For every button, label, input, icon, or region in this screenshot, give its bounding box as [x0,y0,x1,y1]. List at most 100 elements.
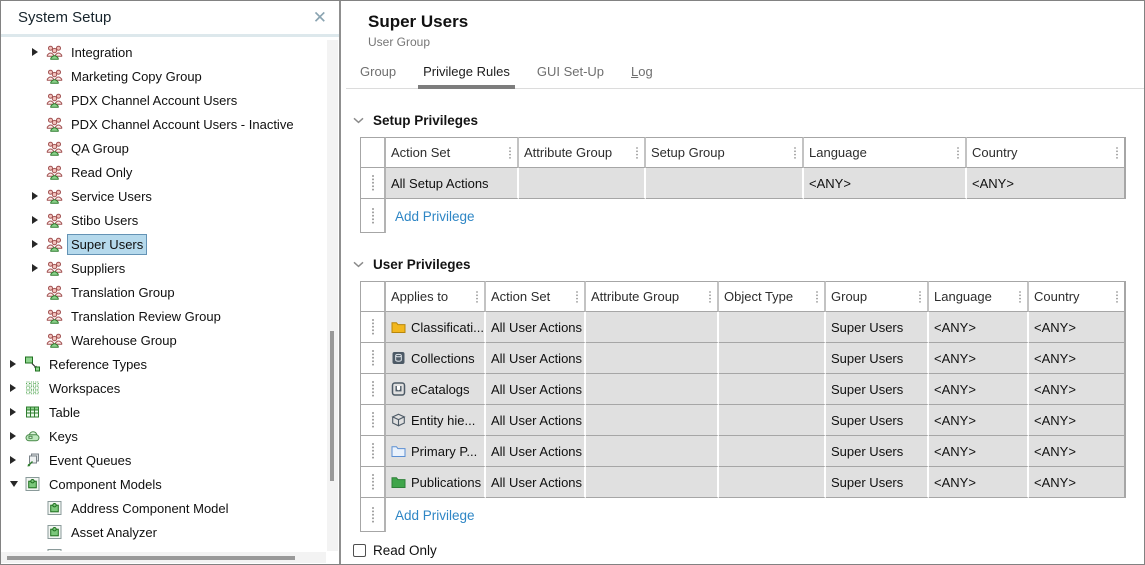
column-menu-icon[interactable] [1111,146,1119,160]
cell-action-set[interactable]: All User Actions [486,405,586,436]
cell-attribute-group[interactable] [586,405,719,436]
tab-log[interactable]: Log [631,64,653,88]
tree-item-label[interactable]: Event Queues [46,451,134,470]
chevron-collapsed-icon[interactable] [32,240,46,248]
cell-country[interactable]: <ANY> [1029,343,1126,374]
tree-item-label[interactable]: Asset Download [68,547,168,552]
cell-object-type[interactable] [719,312,826,343]
cell-action-set[interactable]: All User Actions [486,467,586,498]
chevron-collapsed-icon[interactable] [10,432,24,440]
column-menu-icon[interactable] [704,290,712,304]
cell-object-type[interactable] [719,343,826,374]
cell-applies-to[interactable]: eCatalogs [386,374,486,405]
column-header-country[interactable]: Country [1029,281,1126,312]
cell-attribute-group[interactable] [586,436,719,467]
tree-item-label[interactable]: Translation Group [68,283,178,302]
tree-item-label[interactable]: Reference Types [46,355,150,374]
cell-attribute-group[interactable] [519,168,646,199]
tree-item[interactable]: Suppliers [1,256,326,280]
column-header-object-type[interactable]: Object Type [719,281,826,312]
cell-object-type[interactable] [719,467,826,498]
column-menu-icon[interactable] [571,290,579,304]
cell-applies-to[interactable]: Publications [386,467,486,498]
tree-item[interactable]: Integration [1,40,326,64]
tree-item[interactable]: PDX Channel Account Users - Inactive [1,112,326,136]
tree-item[interactable]: Warehouse Group [1,328,326,352]
cell-applies-to[interactable]: Primary P... [386,436,486,467]
chevron-collapsed-icon[interactable] [10,384,24,392]
tree-item-label[interactable]: Integration [68,43,135,62]
chevron-collapsed-icon[interactable] [10,360,24,368]
vertical-scrollbar[interactable] [327,40,338,551]
cell-attribute-group[interactable] [586,312,719,343]
cell-action-set[interactable]: All User Actions [486,436,586,467]
close-icon[interactable]: ✕ [313,9,327,26]
chevron-collapsed-icon[interactable] [32,216,46,224]
tree-item[interactable]: Super Users [1,232,326,256]
column-header-applies-to[interactable]: Applies to [386,281,486,312]
cell-country[interactable]: <ANY> [1029,374,1126,405]
cell-country[interactable]: <ANY> [1029,436,1126,467]
read-only-checkbox[interactable] [353,544,366,557]
chevron-collapsed-icon[interactable] [10,456,24,464]
cell-language[interactable]: <ANY> [929,467,1029,498]
cell-action-set[interactable]: All User Actions [486,343,586,374]
column-menu-icon[interactable] [789,146,797,160]
row-drag-handle[interactable] [360,312,386,343]
tree-item[interactable]: Workspaces [1,376,326,400]
add-privilege-link[interactable]: Add Privilege [395,209,475,224]
cell-group[interactable]: Super Users [826,343,929,374]
tree-item-label[interactable]: QA Group [68,139,132,158]
tree-item[interactable]: Component Models [1,472,326,496]
tree-item-label[interactable]: Stibo Users [68,211,141,230]
cell-object-type[interactable] [719,405,826,436]
row-drag-handle[interactable] [360,168,386,199]
column-header-language[interactable]: Language [929,281,1029,312]
tree-item[interactable]: QA Group [1,136,326,160]
tree-item[interactable]: Event Queues [1,448,326,472]
column-menu-icon[interactable] [631,146,639,160]
cell-language[interactable]: <ANY> [929,405,1029,436]
cell-attribute-group[interactable] [586,467,719,498]
tree-item-label[interactable]: Read Only [68,163,135,182]
column-header-group[interactable]: Group [826,281,929,312]
cell-applies-to[interactable]: Classificati... [386,312,486,343]
table-row[interactable]: eCatalogsAll User ActionsSuper Users<ANY… [360,374,1145,405]
tree-item-label[interactable]: Translation Review Group [68,307,224,326]
column-menu-icon[interactable] [811,290,819,304]
cell-country[interactable]: <ANY> [967,168,1126,199]
tree-item[interactable]: Marketing Copy Group [1,64,326,88]
tree-item[interactable]: Table [1,400,326,424]
row-drag-handle[interactable] [360,405,386,436]
column-header-action-set[interactable]: Action Set [486,281,586,312]
cell-object-type[interactable] [719,436,826,467]
tab-privilege-rules[interactable]: Privilege Rules [423,64,510,88]
tree-item[interactable]: Address Component Model [1,496,326,520]
table-row[interactable]: Classificati...All User ActionsSuper Use… [360,312,1145,343]
column-header-attribute-group[interactable]: Attribute Group [519,137,646,168]
tab-gui-set-up[interactable]: GUI Set-Up [537,64,604,88]
cell-group[interactable]: Super Users [826,436,929,467]
chevron-collapsed-icon[interactable] [32,192,46,200]
cell-country[interactable]: <ANY> [1029,312,1126,343]
row-drag-handle[interactable] [360,374,386,405]
cell-country[interactable]: <ANY> [1029,467,1126,498]
cell-language[interactable]: <ANY> [929,374,1029,405]
column-header-setup-group[interactable]: Setup Group [646,137,804,168]
table-row[interactable]: Entity hie...All User ActionsSuper Users… [360,405,1145,436]
tree-item[interactable]: Read Only [1,160,326,184]
tree-item[interactable]: Translation Review Group [1,304,326,328]
tree-item[interactable]: Asset Download [1,544,326,551]
cell-setup-group[interactable] [646,168,804,199]
tree-item[interactable]: Translation Group [1,280,326,304]
cell-action-set[interactable]: All Setup Actions [386,168,519,199]
row-drag-handle[interactable] [360,436,386,467]
tree-item-label[interactable]: Service Users [68,187,155,206]
cell-applies-to[interactable]: Entity hie... [386,405,486,436]
tree-item-label[interactable]: Super Users [68,235,146,254]
row-drag-handle[interactable] [360,343,386,374]
section-header[interactable]: Setup Privileges [346,113,1145,128]
tree-item-label[interactable]: Asset Analyzer [68,523,160,542]
tree-item[interactable]: PDX Channel Account Users [1,88,326,112]
section-header[interactable]: User Privileges [346,257,1145,272]
